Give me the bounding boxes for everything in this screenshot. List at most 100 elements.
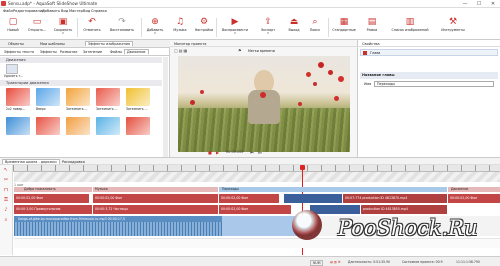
section-movement[interactable]: Движения <box>0 57 162 63</box>
minimize-button[interactable]: — <box>458 0 472 8</box>
num-indicator: NUM <box>310 259 324 266</box>
settings-icon: ⚙ <box>199 17 209 27</box>
motion-path-tile[interactable]: Затемнить ... <box>66 88 90 111</box>
music-tool-icon[interactable]: ♪ <box>0 205 12 215</box>
transport-controls: ■ ▶ 00:00:000 ⏮ ⏭ <box>170 150 358 157</box>
motion-path-caption: 2x2 повер... <box>6 107 26 111</box>
cut-tool-icon[interactable]: ✂ <box>0 175 12 185</box>
undo-icon: ↶ <box>88 17 96 27</box>
status-tool-icons[interactable]: ▤ ▥ ⚙ <box>330 260 341 264</box>
magnet-tool-icon[interactable]: ⊓ <box>0 185 12 195</box>
menu-file[interactable]: Файл <box>3 9 13 13</box>
clip-row2-4[interactable]: production ID 4813855.mp4 <box>361 205 447 214</box>
subtab-text-effects[interactable]: Эффекты текста <box>4 50 34 54</box>
export-button[interactable]: ⇪ Экспорт ▾ <box>256 17 280 39</box>
new-button[interactable]: ▢ Новый <box>1 17 25 39</box>
lock-tool-icon[interactable]: ⚿ <box>0 195 12 205</box>
tab-timeline-tracks[interactable]: Временная шкала - дорожки <box>2 159 60 164</box>
tools-button[interactable]: ⚒ Инструменты <box>436 17 470 39</box>
motion-thumbnail[interactable] <box>6 64 18 74</box>
subtab-shading[interactable]: Затенение <box>83 50 102 54</box>
section-motion-paths[interactable]: Траектории движения <box>0 80 162 86</box>
menu-view[interactable]: Вид <box>61 9 68 13</box>
motion-path-tile[interactable] <box>96 117 120 135</box>
monitor-view-icons[interactable]: ▢▤▦ <box>174 48 194 54</box>
subtab-files[interactable]: Файлы <box>110 50 122 54</box>
clip-row2-2[interactable]: 00:00:3,72 Частицы <box>93 205 218 214</box>
redo-button[interactable]: ↷ Восстановить <box>110 17 134 39</box>
clip-row1-2[interactable]: 00:00:02,00 Фон <box>93 194 218 203</box>
open-folder-icon: ▭ <box>32 17 42 27</box>
group-welcome[interactable]: Добро пожаловать <box>14 187 92 192</box>
video-thumb-2[interactable] <box>310 205 360 214</box>
properties-tab-chapter[interactable]: Глава <box>370 51 380 55</box>
motion-path-tile[interactable]: 2x2 повер... <box>6 88 30 111</box>
image-list-button[interactable]: ▥ Список изображений <box>390 17 430 39</box>
menu-add[interactable]: Добавить <box>42 9 60 13</box>
subtab-effects[interactable]: Эффекты <box>40 50 57 54</box>
menu-edit[interactable]: Редактирование <box>13 9 44 13</box>
maximize-button[interactable]: ☐ <box>472 0 486 8</box>
menu-help[interactable]: Справка <box>91 9 107 13</box>
time-ruler[interactable] <box>13 165 500 172</box>
save-icon: ▣ <box>58 17 68 27</box>
motion-path-tile[interactable] <box>66 117 90 135</box>
clip-row1-3[interactable]: 00:00:02,00 Фон <box>219 194 279 203</box>
group-transitions[interactable]: Переходы <box>219 187 447 192</box>
motion-path-tile[interactable] <box>6 117 30 135</box>
cursor-tool-icon[interactable]: ↖ <box>0 165 12 175</box>
save-button[interactable]: ▣ Сохранить ▾ <box>51 17 75 39</box>
video-thumb-1[interactable] <box>284 194 342 203</box>
next-icon[interactable]: ⏭ <box>258 150 262 155</box>
motion-path-tile[interactable]: Вверх <box>36 88 60 111</box>
tab-storyboard[interactable]: Раскадровка <box>62 160 85 164</box>
thumbnail-strip <box>14 172 500 182</box>
group-music[interactable]: Музыка <box>93 187 218 192</box>
subtab-blur[interactable]: Размытие <box>60 50 77 54</box>
layout-standard-button[interactable]: ▦ Стандартные <box>330 17 358 39</box>
motion-path-caption: Затемнить ... <box>126 107 148 111</box>
stop-icon[interactable]: ■ <box>208 150 212 155</box>
open-button[interactable]: ▭ Открыть... <box>25 17 49 39</box>
audio-clip-label[interactable]: Songs-of-glee-by-musicparadise-from-film… <box>14 216 222 222</box>
play-button[interactable]: ▶ Воспроизвести ▾ <box>220 17 250 39</box>
menu-view-2[interactable]: Вид <box>83 9 90 13</box>
redo-icon: ↷ <box>118 17 126 27</box>
chapter-name-input[interactable]: Переходы <box>377 82 395 86</box>
menu-bar: Файл Редактирование Добавить Вид Мастер … <box>0 8 500 15</box>
layout-frames-button[interactable]: ▤ Рамки <box>360 17 384 39</box>
marker-icon[interactable]: ⚑ <box>238 48 246 54</box>
preview-canvas[interactable] <box>178 56 350 152</box>
clip-row1-1[interactable]: 00:00:02,00 Фон <box>14 194 89 203</box>
motion-path-tile[interactable]: Затемнить ... <box>126 88 150 111</box>
clip-row1-4[interactable]: 00:07:774 production ID 4813870.mp4 <box>343 194 447 203</box>
settings-button[interactable]: ⚙ Настройки <box>192 17 216 39</box>
tab-objects[interactable]: Объекты <box>8 42 24 46</box>
timeline-tool-column: ↖ ✂ ⊓ ⚿ ♪ ⌕ <box>0 165 13 255</box>
motion-path-tile[interactable] <box>126 117 150 135</box>
export-icon: ⇪ <box>264 17 272 27</box>
close-button[interactable]: ✕ <box>486 0 500 8</box>
title-bar: Sensu.adp* - AquaSoft SlideShow Ultimate… <box>0 0 500 8</box>
undo-button[interactable]: ↶ Отменить <box>80 17 104 39</box>
add-button[interactable]: ⊕ Добавить ▾ <box>143 17 167 39</box>
tab-my-templates[interactable]: Мои шаблоны <box>40 42 65 46</box>
clip-row2-3[interactable]: 00:00:02,00 Фон <box>219 205 291 214</box>
objects-scrollbar[interactable] <box>163 57 168 157</box>
clip-row1-5[interactable]: 00:00:02,00 Фон <box>448 194 500 203</box>
prev-icon[interactable]: ⏮ <box>250 150 254 155</box>
subtab-movement[interactable]: Движение <box>124 49 149 54</box>
motion-path-tile[interactable]: Затемнить ... <box>96 88 120 111</box>
clip-row2-1[interactable]: 00:00:3,00 Прямоугольник <box>14 205 92 214</box>
motion-path-tile[interactable] <box>36 117 60 135</box>
add-icon: ⊕ <box>151 17 159 27</box>
time-markers-label[interactable]: Метки времени <box>248 49 275 53</box>
play-small-icon[interactable]: ▶ <box>216 150 219 155</box>
group-movement[interactable]: Движение <box>448 187 500 192</box>
zoom-tool-icon[interactable]: ⌕ <box>0 215 12 225</box>
music-button[interactable]: ♫ Музыка <box>168 17 192 39</box>
tab-image-effects[interactable]: Эффекты изображения <box>85 41 134 46</box>
search-button[interactable]: ⌕ Поиск <box>303 17 327 39</box>
timeline-area: Временная шкала - дорожки Раскадровка ↖ … <box>0 157 500 256</box>
menu-wizard[interactable]: Мастер <box>69 9 83 13</box>
